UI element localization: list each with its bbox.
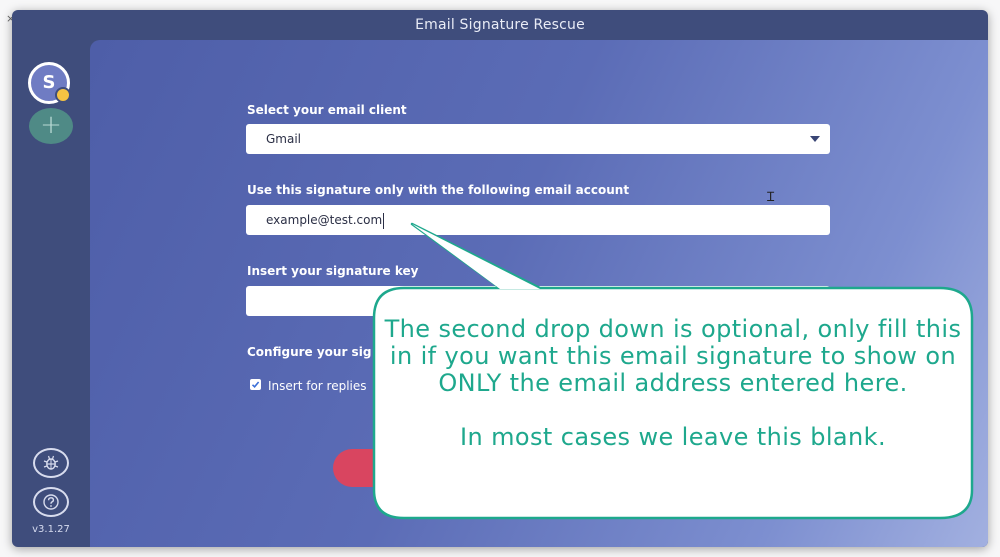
email-client-select[interactable]: Gmail	[246, 124, 830, 154]
email-account-label: Use this signature only with the followi…	[247, 183, 630, 197]
save-button[interactable]	[333, 449, 483, 487]
avatar-initial: S	[42, 72, 56, 93]
sidebar: S + v3.1.27	[12, 40, 90, 547]
version-label: v3.1.27	[32, 524, 70, 535]
signature-key-label: Insert your signature key	[247, 264, 419, 278]
bug-icon	[43, 455, 59, 470]
help-icon	[43, 494, 59, 510]
email-account-value: example@test.com	[266, 213, 383, 227]
email-client-label: Select your email client	[247, 103, 407, 117]
report-bug-button[interactable]	[33, 448, 69, 478]
email-client-value: Gmail	[266, 132, 302, 146]
status-dot	[55, 87, 71, 103]
signature-key-input[interactable]	[246, 286, 830, 316]
chevron-down-icon	[810, 136, 820, 142]
ibeam-cursor-icon: Ɪ	[767, 190, 775, 205]
window-title: Email Signature Rescue	[415, 17, 585, 33]
email-account-input[interactable]: example@test.com	[246, 205, 830, 235]
checkmark-icon	[251, 381, 260, 388]
add-account-button[interactable]: +	[29, 108, 73, 144]
insert-replies-checkbox[interactable]	[250, 379, 261, 390]
app-window: Email Signature Rescue S + v3.1.27 Selec…	[12, 10, 988, 547]
main-panel: Select your email client Gmail Use this …	[90, 40, 988, 547]
text-cursor	[383, 212, 385, 229]
insert-replies-label: Insert for replies	[268, 379, 367, 393]
configure-label: Configure your sig	[247, 345, 372, 359]
help-button[interactable]	[33, 487, 69, 517]
account-avatar[interactable]: S	[28, 62, 71, 104]
